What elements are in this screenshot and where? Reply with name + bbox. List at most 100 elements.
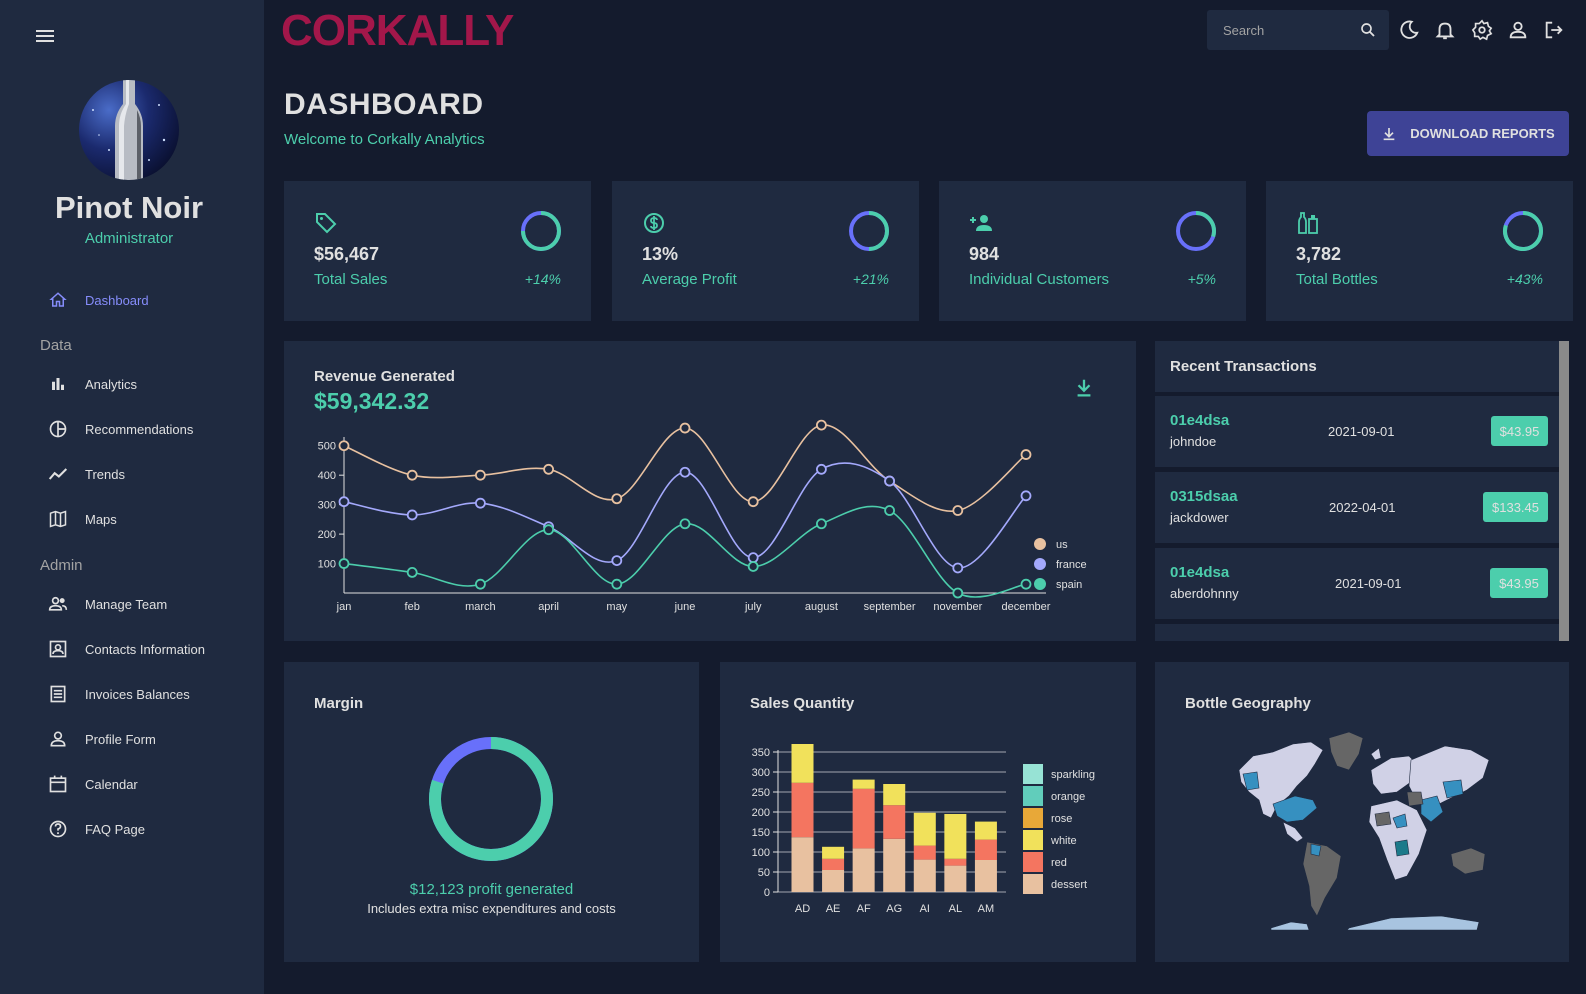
people-icon	[48, 594, 68, 614]
person-add-icon	[969, 211, 995, 240]
y-tick-label: 350	[752, 747, 770, 759]
data-point-us[interactable]	[952, 505, 964, 516]
sidebar-item-maps[interactable]: Maps	[48, 507, 117, 531]
page-subtitle: Welcome to Corkally Analytics	[284, 131, 485, 148]
data-point-us[interactable]	[679, 422, 691, 434]
data-point-france[interactable]	[747, 552, 759, 564]
x-tick-label: jan	[336, 601, 352, 613]
bar-dessert[interactable]	[883, 838, 906, 892]
sidebar-item-invoices[interactable]: Invoices Balances	[48, 682, 190, 706]
bar-dessert[interactable]	[974, 860, 997, 892]
data-point-spain[interactable]	[747, 561, 759, 572]
sidebar-item-label: Analytics	[85, 376, 138, 392]
settings-icon[interactable]	[1471, 19, 1493, 41]
data-point-france[interactable]	[884, 475, 895, 487]
stat-label: Total Bottles	[1296, 271, 1378, 288]
data-point-us[interactable]	[611, 493, 623, 505]
sidebar-item-dashboard[interactable]: Dashboard	[48, 288, 149, 312]
bar-white[interactable]	[913, 812, 936, 846]
legend-swatch	[1023, 874, 1043, 894]
bar-white[interactable]	[791, 744, 814, 783]
data-point-us[interactable]	[747, 496, 759, 508]
data-point-us[interactable]	[406, 469, 418, 481]
legend-label: rose	[1051, 813, 1072, 825]
sales-bar-chart: 0 50 100 150 200 250 300 350 AD AE AF AG AI AL AM spark…	[752, 744, 1095, 915]
y-tick-label: 400	[318, 470, 336, 482]
data-point-us[interactable]	[1020, 449, 1032, 460]
data-point-spain[interactable]	[543, 524, 555, 536]
data-point-us[interactable]	[338, 440, 350, 452]
data-point-france[interactable]	[338, 496, 350, 508]
bar-white[interactable]	[883, 784, 906, 806]
x-tick-label: AF	[857, 903, 871, 915]
data-point-france[interactable]	[679, 466, 691, 478]
dollar-icon	[642, 211, 666, 240]
bar-red[interactable]	[944, 858, 967, 866]
transaction-row	[1155, 624, 1559, 641]
profile-icon[interactable]	[1507, 19, 1529, 41]
x-tick-label: AG	[886, 903, 902, 915]
data-point-us[interactable]	[474, 469, 486, 481]
sidebar-item-profile-form[interactable]: Profile Form	[48, 727, 156, 751]
bar-dessert[interactable]	[791, 837, 814, 892]
data-point-us[interactable]	[543, 463, 555, 475]
bar-red[interactable]	[974, 839, 997, 860]
progress-ring	[521, 211, 561, 251]
sidebar-item-manage-team[interactable]: Manage Team	[48, 592, 167, 616]
bar-dessert[interactable]	[852, 848, 875, 892]
search-input[interactable]	[1207, 22, 1347, 38]
search-icon[interactable]	[1359, 21, 1377, 44]
x-tick-label: AD	[795, 903, 810, 915]
bar-chart-icon	[48, 374, 68, 394]
notifications-icon[interactable]	[1434, 19, 1456, 41]
sidebar-item-contacts[interactable]: Contacts Information	[48, 637, 205, 661]
bar-white[interactable]	[944, 814, 967, 859]
bar-red[interactable]	[852, 788, 875, 849]
data-point-france[interactable]	[952, 562, 964, 574]
data-point-spain[interactable]	[338, 558, 350, 569]
receipt-icon	[48, 684, 68, 704]
data-point-france[interactable]	[406, 509, 418, 521]
bar-dessert[interactable]	[913, 859, 936, 892]
data-point-us[interactable]	[816, 419, 827, 431]
scrollbar-thumb[interactable]	[1559, 341, 1569, 641]
sidebar-item-trends[interactable]: Trends	[48, 462, 125, 486]
data-point-spain[interactable]	[952, 587, 964, 599]
transactions-title: Recent Transactions	[1170, 358, 1317, 375]
data-point-spain[interactable]	[816, 518, 827, 530]
section-admin: Admin	[40, 557, 83, 574]
page-title: DASHBOARD	[284, 88, 484, 121]
menu-icon[interactable]	[36, 27, 58, 47]
data-point-spain[interactable]	[406, 566, 418, 578]
bar-white[interactable]	[974, 821, 997, 840]
data-point-france[interactable]	[474, 497, 486, 509]
data-point-france[interactable]	[1020, 490, 1032, 502]
bar-dessert[interactable]	[944, 865, 967, 892]
data-point-spain[interactable]	[611, 578, 623, 590]
bar-red[interactable]	[913, 845, 936, 860]
bar-white[interactable]	[852, 779, 875, 789]
y-tick-label: 100	[318, 559, 336, 571]
bar-red[interactable]	[883, 805, 906, 839]
download-reports-button[interactable]: DOWNLOAD REPORTS	[1367, 111, 1569, 156]
bar-white[interactable]	[822, 846, 845, 859]
sidebar-item-analytics[interactable]: Analytics	[48, 372, 137, 396]
world-map[interactable]	[1231, 730, 1491, 930]
sidebar-item-calendar[interactable]: Calendar	[48, 772, 138, 796]
data-point-spain[interactable]	[884, 505, 895, 516]
user-name: Pinot Noir	[54, 190, 204, 225]
data-point-france[interactable]	[611, 555, 623, 567]
sidebar-item-recommendations[interactable]: Recommendations	[48, 417, 193, 441]
data-point-france[interactable]	[816, 463, 827, 475]
transaction-id: 01e4dsa	[1170, 412, 1230, 429]
sidebar-item-faq[interactable]: FAQ Page	[48, 817, 145, 841]
data-point-spain[interactable]	[474, 578, 486, 590]
bar-red[interactable]	[822, 858, 845, 870]
bar-dessert[interactable]	[822, 870, 845, 892]
data-point-spain[interactable]	[1020, 578, 1032, 590]
data-point-spain[interactable]	[679, 518, 691, 530]
bar-red[interactable]	[791, 782, 814, 838]
dark-mode-icon[interactable]	[1398, 19, 1420, 41]
logout-icon[interactable]	[1543, 19, 1565, 41]
y-tick-label: 100	[752, 847, 770, 859]
